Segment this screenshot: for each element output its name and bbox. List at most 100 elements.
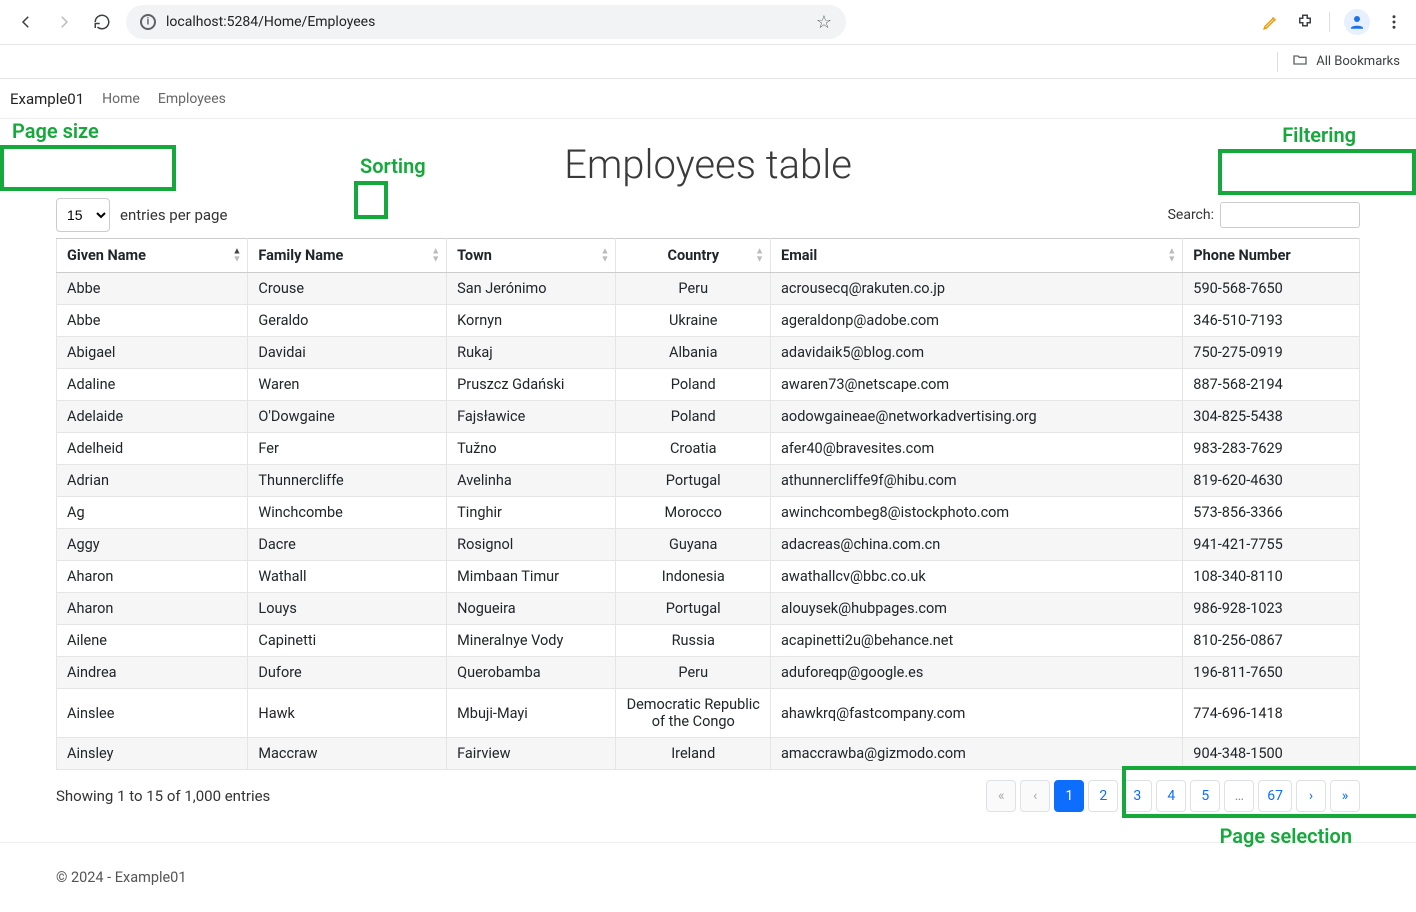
table-cell: acapinetti2u@behance.net (771, 625, 1183, 657)
search-label: Search: (1168, 207, 1214, 223)
sort-icon[interactable]: ▲▼ (601, 248, 610, 263)
table-cell: Aharon (57, 561, 248, 593)
table-cell: Indonesia (616, 561, 771, 593)
table-cell: Ainsley (57, 738, 248, 770)
column-header[interactable]: Email▲▼ (771, 239, 1183, 273)
sort-icon[interactable]: ▲▼ (755, 248, 764, 263)
page-next-button[interactable]: › (1296, 780, 1326, 812)
column-header[interactable]: Phone Number (1183, 239, 1360, 273)
table-cell: Albania (616, 337, 771, 369)
table-row: AdelaideO'DowgaineFajsławicePolandaodowg… (57, 401, 1360, 433)
table-cell: Aggy (57, 529, 248, 561)
pencil-icon[interactable] (1261, 12, 1281, 32)
table-cell: Ag (57, 497, 248, 529)
table-cell: Poland (616, 369, 771, 401)
brand[interactable]: Example01 (10, 90, 84, 108)
table-cell: Wathall (248, 561, 447, 593)
column-header[interactable]: Town▲▼ (447, 239, 616, 273)
table-cell: Capinetti (248, 625, 447, 657)
table-cell: 196-811-7650 (1183, 657, 1360, 689)
table-cell: 983-283-7629 (1183, 433, 1360, 465)
profile-avatar[interactable] (1344, 9, 1370, 35)
table-cell: Abbe (57, 305, 248, 337)
table-cell: Mbuji-Mayi (447, 689, 616, 738)
sort-icon[interactable]: ▲▼ (431, 248, 440, 263)
browser-toolbar: localhost:5284/Home/Employees ☆ (0, 0, 1416, 45)
table-cell: Poland (616, 401, 771, 433)
table-cell: Davidai (248, 337, 447, 369)
url-text: localhost:5284/Home/Employees (166, 14, 375, 30)
address-bar[interactable]: localhost:5284/Home/Employees ☆ (126, 5, 846, 39)
column-header[interactable]: Given Name▲▼ (57, 239, 248, 273)
site-info-icon[interactable] (140, 14, 156, 30)
page-number-button[interactable]: 2 (1088, 780, 1118, 812)
table-cell: Aindrea (57, 657, 248, 689)
page-content: Page size Sorting Filtering Employees ta… (0, 119, 1416, 842)
page-length-control: 15 entries per page (56, 198, 227, 232)
table-cell: Ailene (57, 625, 248, 657)
search-input[interactable] (1220, 202, 1360, 228)
sort-icon[interactable]: ▲▼ (1167, 248, 1176, 263)
table-cell: Democratic Republic of the Congo (616, 689, 771, 738)
table-cell: Peru (616, 273, 771, 305)
bookmark-star-icon[interactable]: ☆ (816, 12, 832, 33)
sort-icon[interactable]: ▲▼ (232, 248, 241, 263)
folder-icon (1292, 52, 1308, 72)
table-cell: Hawk (248, 689, 447, 738)
table-cell: 590-568-7650 (1183, 273, 1360, 305)
page-number-button[interactable]: 67 (1258, 780, 1292, 812)
table-cell: Fairview (447, 738, 616, 770)
column-header[interactable]: Country▲▼ (616, 239, 771, 273)
table-cell: Mimbaan Timur (447, 561, 616, 593)
table-cell: Fajsławice (447, 401, 616, 433)
table-row: AgWinchcombeTinghirMoroccoawinchcombeg8@… (57, 497, 1360, 529)
footer: © 2024 - Example01 (0, 842, 1416, 912)
forward-button[interactable] (50, 8, 78, 36)
bookmarks-bar: All Bookmarks (0, 45, 1416, 79)
page-prev-button[interactable]: ‹ (1020, 780, 1050, 812)
page-number-button[interactable]: 1 (1054, 780, 1084, 812)
table-cell: Peru (616, 657, 771, 689)
table-cell: Nogueira (447, 593, 616, 625)
page-number-button[interactable]: 5 (1190, 780, 1220, 812)
all-bookmarks-link[interactable]: All Bookmarks (1316, 54, 1400, 69)
kebab-menu-icon[interactable] (1384, 12, 1404, 32)
table-cell: 819-620-4630 (1183, 465, 1360, 497)
page-number-button[interactable]: 3 (1122, 780, 1152, 812)
page-last-button[interactable]: » (1330, 780, 1360, 812)
table-cell: awaren73@netscape.com (771, 369, 1183, 401)
table-cell: O'Dowgaine (248, 401, 447, 433)
table-cell: alouysek@hubpages.com (771, 593, 1183, 625)
page-number-button[interactable]: 4 (1156, 780, 1186, 812)
table-row: AinsleeHawkMbuji-MayiDemocratic Republic… (57, 689, 1360, 738)
page-length-label: entries per page (120, 206, 227, 224)
nav-link-home[interactable]: Home (102, 91, 140, 107)
table-cell: 750-275-0919 (1183, 337, 1360, 369)
table-cell: aduforeqp@google.es (771, 657, 1183, 689)
nav-link-employees[interactable]: Employees (158, 91, 226, 107)
table-cell: acrousecq@rakuten.co.jp (771, 273, 1183, 305)
table-cell: Portugal (616, 593, 771, 625)
extensions-icon[interactable] (1295, 12, 1315, 32)
pagination: «‹12345…67›» (986, 780, 1360, 812)
table-row: AggyDacreRosignolGuyanaadacreas@china.co… (57, 529, 1360, 561)
table-cell: 941-421-7755 (1183, 529, 1360, 561)
divider (1329, 12, 1330, 32)
table-row: AindreaDuforeQuerobambaPeruaduforeqp@goo… (57, 657, 1360, 689)
reload-button[interactable] (88, 8, 116, 36)
table-cell: Aharon (57, 593, 248, 625)
page-length-select[interactable]: 15 (56, 198, 110, 232)
back-button[interactable] (12, 8, 40, 36)
table-cell: ageraldonp@adobe.com (771, 305, 1183, 337)
table-cell: Pruszcz Gdański (447, 369, 616, 401)
table-cell: Ukraine (616, 305, 771, 337)
table-cell: ahawkrq@fastcompany.com (771, 689, 1183, 738)
table-cell: Dufore (248, 657, 447, 689)
table-cell: 810-256-0867 (1183, 625, 1360, 657)
table-cell: Winchcombe (248, 497, 447, 529)
page-first-button[interactable]: « (986, 780, 1016, 812)
table-row: AharonWathallMimbaan TimurIndonesiaawath… (57, 561, 1360, 593)
table-cell: Portugal (616, 465, 771, 497)
table-cell: Rukaj (447, 337, 616, 369)
column-header[interactable]: Family Name▲▼ (248, 239, 447, 273)
